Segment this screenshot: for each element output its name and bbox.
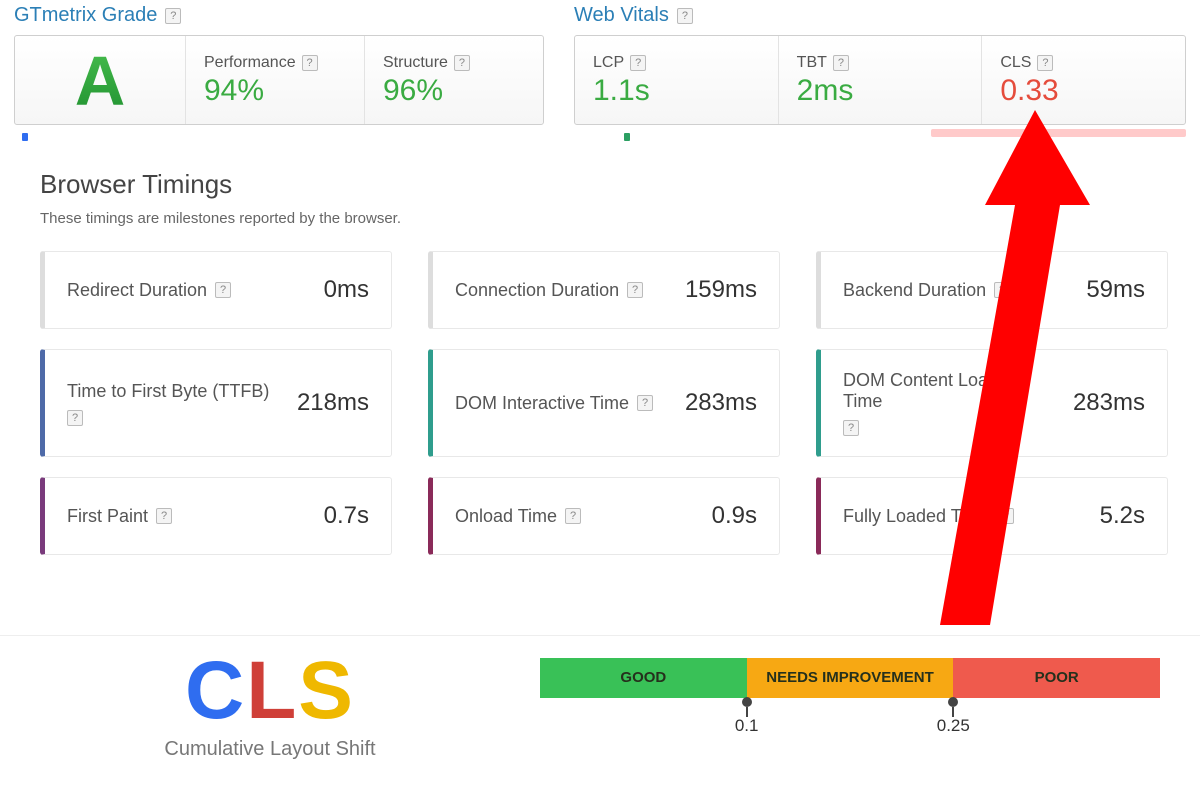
help-icon[interactable]: ? [165, 8, 181, 24]
lcp-cell[interactable]: LCP ? 1.1s [575, 36, 778, 124]
cls-scale-poor: POOR [953, 658, 1160, 698]
tbt-value: 2ms [797, 74, 964, 108]
grade-letter-cell: A [15, 36, 185, 124]
indicator-tick [22, 133, 28, 141]
help-icon[interactable]: ? [454, 55, 470, 71]
lcp-label: LCP [593, 54, 624, 72]
help-icon[interactable]: ? [630, 55, 646, 71]
performance-value: 94% [204, 74, 346, 108]
timing-card[interactable]: Fully Loaded Time? 5.2s [816, 477, 1168, 555]
help-icon[interactable]: ? [302, 55, 318, 71]
structure-cell[interactable]: Structure ? 96% [364, 36, 543, 124]
vitals-heading-text: Web Vitals [574, 4, 669, 27]
timing-card-label: Backend Duration? [843, 280, 1010, 301]
help-icon[interactable]: ? [156, 508, 172, 524]
timing-card-value: 283ms [685, 389, 757, 417]
timing-card[interactable]: Time to First Byte (TTFB)? 218ms [40, 349, 392, 457]
timing-card-value: 0ms [324, 276, 369, 304]
grade-letter: A [75, 41, 126, 121]
grade-panel: A Performance ? 94% Structure ? 96% [14, 35, 544, 125]
help-icon[interactable]: ? [843, 420, 859, 436]
timing-card[interactable]: Connection Duration? 159ms [428, 251, 780, 329]
indicator-tick [624, 133, 630, 141]
cls-threshold-2: 0.25 [937, 716, 970, 736]
cls-threshold-1: 0.1 [735, 716, 759, 736]
timing-card-label: Fully Loaded Time? [843, 506, 1014, 527]
timing-card-value: 218ms [297, 389, 369, 417]
structure-label: Structure [383, 54, 448, 72]
cls-footer: CLS Cumulative Layout Shift GOOD NEEDS I… [0, 635, 1200, 800]
timing-card-label: Onload Time? [455, 506, 581, 527]
lcp-value: 1.1s [593, 74, 760, 108]
help-icon[interactable]: ? [637, 395, 653, 411]
timing-card[interactable]: First Paint? 0.7s [40, 477, 392, 555]
timing-card[interactable]: DOM Content Loaded Time? 283ms [816, 349, 1168, 457]
cls-cell[interactable]: CLS ? 0.33 [981, 36, 1185, 124]
performance-label: Performance [204, 54, 296, 72]
timing-card-value: 159ms [685, 276, 757, 304]
tbt-label: TBT [797, 54, 827, 72]
cls-abbrev: CLS [0, 654, 540, 728]
cls-value: 0.33 [1000, 74, 1167, 108]
cls-poor-strip [931, 129, 1186, 137]
help-icon[interactable]: ? [215, 282, 231, 298]
performance-cell[interactable]: Performance ? 94% [185, 36, 364, 124]
cls-scale-bar: GOOD NEEDS IMPROVEMENT POOR [540, 658, 1160, 698]
timing-card-label: Time to First Byte (TTFB)? [67, 381, 278, 426]
help-icon[interactable]: ? [833, 55, 849, 71]
timing-card-value: 59ms [1086, 276, 1145, 304]
help-icon[interactable]: ? [627, 282, 643, 298]
cls-scale-good: GOOD [540, 658, 747, 698]
vitals-heading: Web Vitals ? [574, 4, 1186, 27]
browser-timings-title: Browser Timings [40, 169, 1168, 200]
structure-value: 96% [383, 74, 525, 108]
help-icon[interactable]: ? [677, 8, 693, 24]
browser-timings-subtitle: These timings are milestones reported by… [40, 210, 1168, 227]
help-icon[interactable]: ? [998, 508, 1014, 524]
cls-label: CLS [1000, 54, 1031, 72]
help-icon[interactable]: ? [565, 508, 581, 524]
timing-card-label: DOM Content Loaded Time? [843, 370, 1054, 436]
grade-heading-text: GTmetrix Grade [14, 4, 157, 27]
timing-card-label: First Paint? [67, 506, 172, 527]
help-icon[interactable]: ? [1037, 55, 1053, 71]
timing-card-label: Redirect Duration? [67, 280, 231, 301]
help-icon[interactable]: ? [994, 282, 1010, 298]
timing-card-value: 5.2s [1100, 502, 1145, 530]
help-icon[interactable]: ? [67, 410, 83, 426]
timing-grid: Redirect Duration? 0ms Connection Duration… [40, 251, 1168, 555]
timing-card-label: Connection Duration? [455, 280, 643, 301]
timing-card[interactable]: Backend Duration? 59ms [816, 251, 1168, 329]
timing-card-value: 0.9s [712, 502, 757, 530]
timing-card[interactable]: Redirect Duration? 0ms [40, 251, 392, 329]
tbt-cell[interactable]: TBT ? 2ms [778, 36, 982, 124]
timing-card[interactable]: DOM Interactive Time? 283ms [428, 349, 780, 457]
vitals-panel: LCP ? 1.1s TBT ? 2ms CLS ? 0.33 [574, 35, 1186, 125]
timing-card[interactable]: Onload Time? 0.9s [428, 477, 780, 555]
mini-indicator-row [14, 129, 1186, 141]
cls-full-name: Cumulative Layout Shift [0, 738, 540, 761]
timing-card-value: 0.7s [324, 502, 369, 530]
cls-scale-needs-improvement: NEEDS IMPROVEMENT [747, 658, 954, 698]
grade-heading: GTmetrix Grade ? [14, 4, 544, 27]
timing-card-label: DOM Interactive Time? [455, 393, 653, 414]
timing-card-value: 283ms [1073, 389, 1145, 417]
